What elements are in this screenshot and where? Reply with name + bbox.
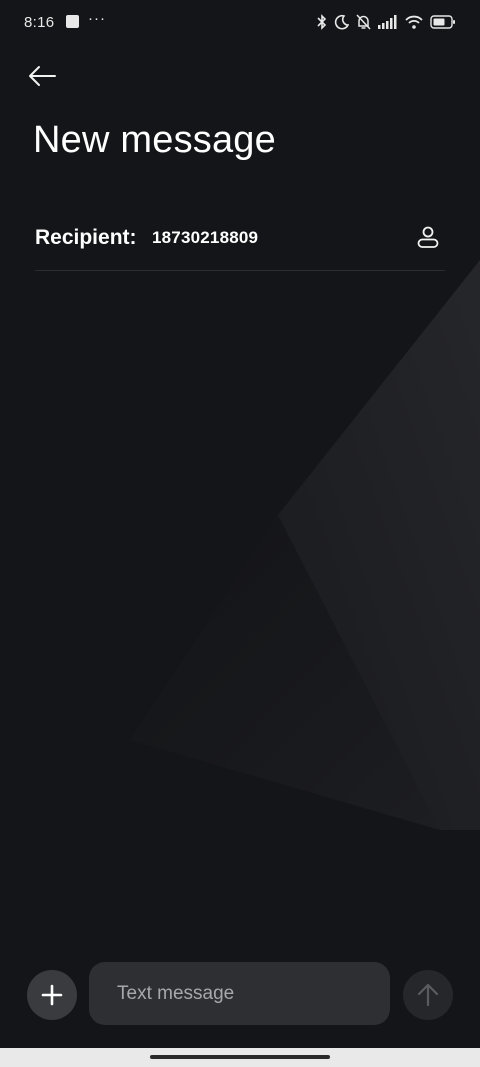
home-indicator[interactable] [150, 1055, 330, 1059]
bluetooth-icon [317, 14, 327, 30]
page-title: New message [33, 119, 276, 161]
status-bar: 8:16 ··· [0, 0, 480, 46]
back-arrow-icon [29, 66, 56, 86]
more-notifications-indicator: ··· [88, 10, 106, 27]
status-time: 8:16 [24, 14, 55, 31]
recipient-number[interactable]: 18730218809 [152, 228, 258, 248]
status-icons [317, 12, 456, 32]
send-arrow-icon [417, 983, 439, 1007]
select-contact-button[interactable] [413, 222, 443, 252]
contact-person-icon [417, 226, 439, 248]
message-input[interactable] [117, 982, 367, 1005]
back-button[interactable] [22, 58, 62, 94]
send-button[interactable] [403, 970, 453, 1020]
compose-bar [0, 958, 480, 1030]
signal-icon [378, 15, 397, 29]
app-notification-icon [66, 15, 79, 28]
silent-icon [356, 14, 371, 30]
recipient-label: Recipient: [35, 226, 137, 249]
battery-icon [430, 15, 455, 29]
new-message-screen: 8:16 ··· New message Recipient: 18730218… [0, 0, 480, 1067]
plus-icon [41, 984, 63, 1006]
do-not-disturb-icon [334, 14, 349, 30]
wifi-icon [405, 15, 423, 29]
navigation-bar [0, 1048, 480, 1067]
add-attachment-button[interactable] [27, 970, 77, 1020]
message-input-container[interactable] [89, 962, 390, 1025]
recipient-field[interactable]: Recipient: 18730218809 [35, 214, 445, 271]
